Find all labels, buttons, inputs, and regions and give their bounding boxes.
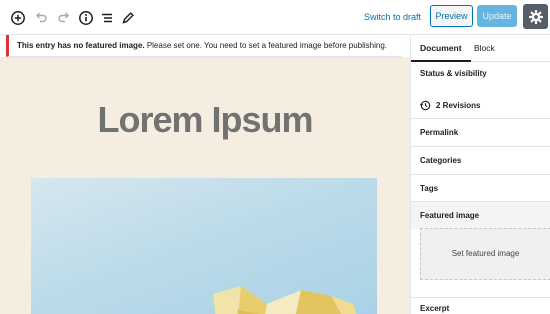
- preview-button[interactable]: Preview: [430, 5, 473, 27]
- notice-strong-text: This entry has no featured image.: [17, 41, 145, 50]
- categories-panel[interactable]: Categories: [411, 147, 550, 175]
- featured-image-label: Featured image: [420, 211, 480, 220]
- notice-text: Please set one. You need to set a featur…: [144, 41, 387, 50]
- tab-block[interactable]: Block: [474, 35, 495, 62]
- paper-boat-image: [213, 286, 357, 314]
- set-featured-image-button[interactable]: Set featured image: [420, 228, 550, 280]
- editor-toolbar: Switch to draft Preview Update: [0, 0, 550, 35]
- permalink-label: Permalink: [420, 128, 459, 137]
- post-title[interactable]: Lorem Ipsum: [0, 99, 410, 141]
- status-visibility-label: Status & visibility: [420, 69, 487, 78]
- settings-sidebar: Document Block Status & visibility 2 Rev…: [410, 35, 550, 314]
- list-view-icon[interactable]: [97, 8, 117, 28]
- settings-button[interactable]: [523, 4, 548, 29]
- featured-image-notice: This entry has no featured image. Please…: [6, 35, 401, 57]
- edit-pencil-icon[interactable]: [118, 8, 138, 28]
- featured-image-panel-header[interactable]: Featured image: [411, 202, 550, 229]
- undo-icon[interactable]: [31, 8, 51, 28]
- update-button[interactable]: Update: [477, 5, 517, 27]
- permalink-panel[interactable]: Permalink: [411, 119, 550, 147]
- info-icon[interactable]: [76, 8, 96, 28]
- revisions-link[interactable]: 2 Revisions: [420, 98, 480, 112]
- editor-canvas[interactable]: Lorem Ipsum: [0, 57, 410, 314]
- switch-to-draft-button[interactable]: Switch to draft: [360, 6, 425, 28]
- sidebar-tabs: Document Block: [411, 35, 550, 62]
- categories-label: Categories: [420, 156, 462, 165]
- redo-icon[interactable]: [54, 8, 74, 28]
- post-image[interactable]: [31, 178, 377, 314]
- revisions-label: 2 Revisions: [436, 100, 481, 110]
- tags-label: Tags: [420, 184, 439, 193]
- excerpt-panel[interactable]: Excerpt: [411, 297, 550, 314]
- history-icon: [420, 100, 431, 110]
- tags-panel[interactable]: Tags: [411, 175, 550, 202]
- gear-icon: [528, 9, 543, 24]
- excerpt-label: Excerpt: [420, 304, 450, 313]
- add-block-icon[interactable]: [8, 8, 28, 28]
- tab-document[interactable]: Document: [411, 35, 471, 62]
